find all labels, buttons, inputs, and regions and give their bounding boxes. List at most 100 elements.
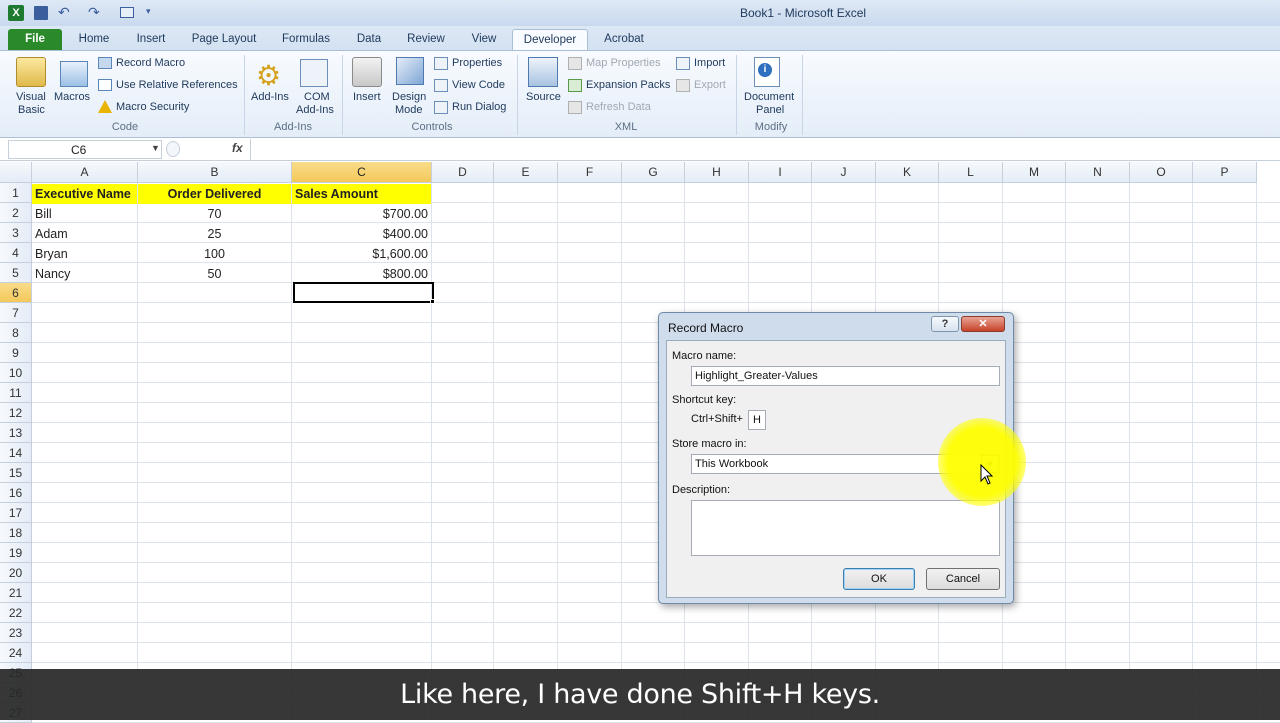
- worksheet-grid[interactable]: ABCDEFGHIJKLMNOP 1 2 3 4 5 6 7 8 9 10 11 12 13 14 15 16…: [0, 162, 1280, 723]
- quick-access-customize-icon[interactable]: [120, 7, 134, 18]
- column-header-l[interactable]: L: [939, 162, 1003, 183]
- data-cell[interactable]: Bryan: [32, 244, 137, 264]
- column-header-a[interactable]: A: [32, 162, 138, 183]
- source-icon[interactable]: [528, 57, 558, 87]
- row-header-4[interactable]: 4: [0, 243, 32, 263]
- tab-developer[interactable]: Developer: [512, 29, 588, 50]
- tab-formulas[interactable]: Formulas: [274, 29, 338, 50]
- ok-button[interactable]: OK: [843, 568, 915, 590]
- row-header-1[interactable]: 1: [0, 183, 32, 203]
- add-ins-gear-icon[interactable]: ⚙: [256, 59, 281, 92]
- com-add-ins-icon[interactable]: [300, 59, 328, 87]
- visual-basic-label[interactable]: Visual: [16, 91, 46, 103]
- tab-view[interactable]: View: [462, 29, 506, 50]
- column-header-f[interactable]: F: [558, 162, 622, 183]
- row-header-8[interactable]: 8: [0, 323, 32, 343]
- help-button[interactable]: ?: [931, 316, 959, 332]
- design-mode-label[interactable]: Design: [392, 91, 426, 103]
- column-header-e[interactable]: E: [494, 162, 558, 183]
- data-cell[interactable]: $1,600.00: [292, 244, 431, 264]
- column-header-o[interactable]: O: [1130, 162, 1193, 183]
- column-header-h[interactable]: H: [685, 162, 749, 183]
- column-header-g[interactable]: G: [622, 162, 685, 183]
- expansion-packs-button[interactable]: Expansion Packs: [586, 79, 670, 91]
- data-cell[interactable]: Adam: [32, 224, 137, 244]
- row-header-24[interactable]: 24: [0, 643, 32, 663]
- row-header-20[interactable]: 20: [0, 563, 32, 583]
- data-cell[interactable]: 50: [138, 264, 291, 284]
- column-header-p[interactable]: P: [1193, 162, 1257, 183]
- row-header-9[interactable]: 9: [0, 343, 32, 363]
- row-header-21[interactable]: 21: [0, 583, 32, 603]
- com-add-ins-label[interactable]: COM: [304, 91, 330, 103]
- description-textarea[interactable]: [691, 500, 1000, 556]
- tab-insert[interactable]: Insert: [126, 29, 176, 50]
- record-macro-button[interactable]: Record Macro: [116, 57, 185, 69]
- macros-icon[interactable]: [60, 61, 88, 87]
- column-header-d[interactable]: D: [432, 162, 494, 183]
- macros-label[interactable]: Macros: [54, 91, 90, 103]
- design-mode-label-2[interactable]: Mode: [395, 104, 423, 116]
- name-box[interactable]: C6 ▼: [8, 140, 162, 159]
- row-header-12[interactable]: 12: [0, 403, 32, 423]
- source-button[interactable]: Source: [526, 91, 561, 103]
- tab-data[interactable]: Data: [348, 29, 390, 50]
- insert-controls-icon[interactable]: [352, 57, 382, 87]
- run-dialog-button[interactable]: Run Dialog: [452, 101, 506, 113]
- shortcut-key-input[interactable]: H: [748, 410, 766, 430]
- row-header-3[interactable]: 3: [0, 223, 32, 243]
- design-mode-icon[interactable]: [396, 57, 424, 85]
- data-cell[interactable]: 100: [138, 244, 291, 264]
- formula-bar-resize-icon[interactable]: [166, 141, 180, 157]
- column-header-n[interactable]: N: [1066, 162, 1130, 183]
- row-header-22[interactable]: 22: [0, 603, 32, 623]
- column-header-j[interactable]: J: [812, 162, 876, 183]
- undo-icon[interactable]: ↶: [58, 4, 70, 21]
- formula-input[interactable]: [250, 139, 1280, 160]
- header-cell[interactable]: Executive Name: [32, 184, 137, 204]
- warning-icon[interactable]: [98, 100, 112, 113]
- macro-security-button[interactable]: Macro Security: [116, 101, 189, 113]
- document-panel-label-2[interactable]: Panel: [756, 104, 784, 116]
- tab-page-layout[interactable]: Page Layout: [186, 29, 262, 50]
- visual-basic-label-2[interactable]: Basic: [18, 104, 45, 116]
- save-icon[interactable]: [34, 6, 48, 20]
- run-dialog-icon[interactable]: [434, 101, 448, 114]
- row-header-15[interactable]: 15: [0, 463, 32, 483]
- properties-icon[interactable]: [434, 57, 448, 70]
- row-header-7[interactable]: 7: [0, 303, 32, 323]
- insert-controls-button[interactable]: Insert: [353, 91, 381, 103]
- tab-acrobat[interactable]: Acrobat: [596, 29, 652, 50]
- data-cell[interactable]: $700.00: [292, 204, 431, 224]
- visual-basic-icon[interactable]: [16, 57, 46, 87]
- row-header-11[interactable]: 11: [0, 383, 32, 403]
- data-cell[interactable]: $800.00: [292, 264, 431, 284]
- macro-name-input[interactable]: Highlight_Greater-Values: [691, 366, 1000, 386]
- column-header-i[interactable]: I: [749, 162, 812, 183]
- import-icon[interactable]: [676, 57, 690, 70]
- add-ins-button[interactable]: Add-Ins: [251, 91, 289, 103]
- column-header-k[interactable]: K: [876, 162, 939, 183]
- close-button[interactable]: ✕: [961, 316, 1005, 332]
- tab-file[interactable]: File: [8, 29, 62, 50]
- row-header-17[interactable]: 17: [0, 503, 32, 523]
- row-header-6[interactable]: 6: [0, 283, 32, 303]
- view-code-button[interactable]: View Code: [452, 79, 505, 91]
- chevron-down-icon[interactable]: ▼: [151, 143, 160, 153]
- row-header-14[interactable]: 14: [0, 443, 32, 463]
- tab-review[interactable]: Review: [400, 29, 452, 50]
- row-header-16[interactable]: 16: [0, 483, 32, 503]
- select-all-corner[interactable]: [0, 162, 32, 183]
- column-header-c[interactable]: C: [292, 162, 432, 183]
- record-macro-icon[interactable]: [98, 57, 112, 69]
- relative-references-button[interactable]: Use Relative References: [116, 79, 238, 91]
- row-header-19[interactable]: 19: [0, 543, 32, 563]
- row-header-13[interactable]: 13: [0, 423, 32, 443]
- cancel-button[interactable]: Cancel: [926, 568, 1000, 590]
- data-cell[interactable]: Nancy: [32, 264, 137, 284]
- com-add-ins-label-2[interactable]: Add-Ins: [296, 104, 334, 116]
- row-header-2[interactable]: 2: [0, 203, 32, 223]
- import-button[interactable]: Import: [694, 57, 725, 69]
- data-cell[interactable]: $400.00: [292, 224, 431, 244]
- row-header-23[interactable]: 23: [0, 623, 32, 643]
